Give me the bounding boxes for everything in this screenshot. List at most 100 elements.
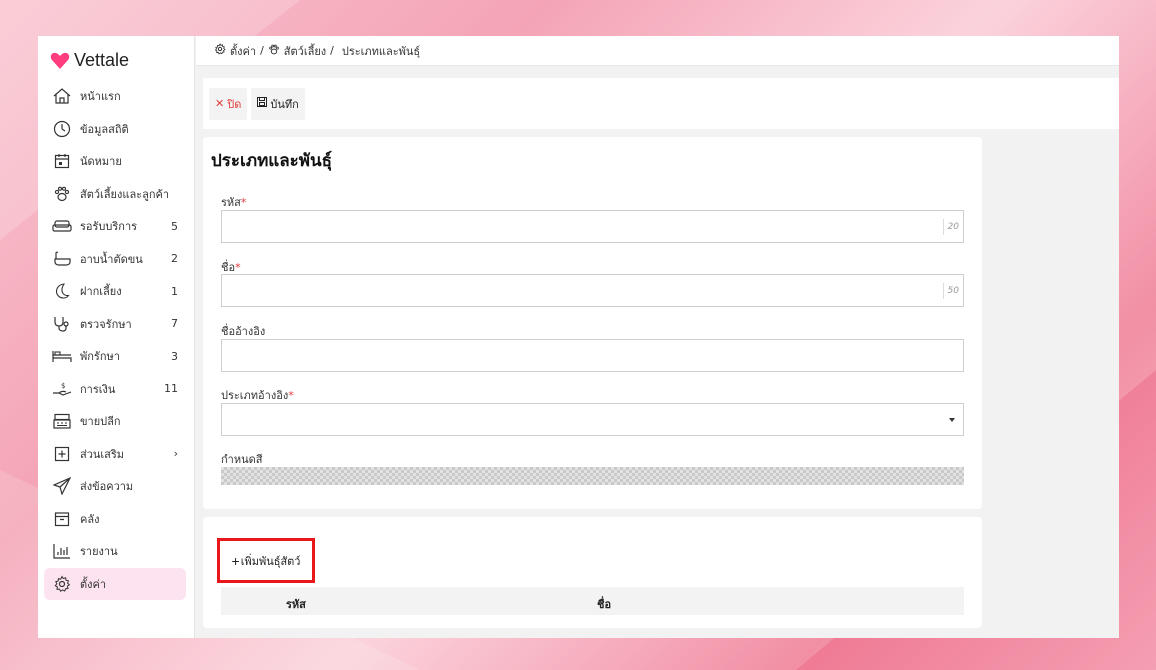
sidebar-item-label: รอรับบริการ (80, 220, 138, 234)
column-header-code[interactable]: รหัส (286, 595, 306, 613)
sidebar-item-label: หน้าแรก (80, 90, 121, 104)
save-button[interactable]: บันทึก (251, 87, 305, 120)
logo[interactable]: Vettale (50, 50, 129, 71)
close-button[interactable]: ✕ ปิด (209, 87, 248, 120)
breadcrumb-separator: / (260, 44, 264, 57)
dashboard-icon (52, 119, 72, 139)
name-field[interactable]: 50 (221, 274, 964, 307)
sidebar-item-label: ข้อมูลสถิติ (80, 122, 129, 136)
sidebar-item-grooming[interactable]: อาบน้ำตัดขน 2 (44, 243, 186, 276)
sidebar-item-pets-customers[interactable]: สัตว์เลี้ยงและลูกค้า (44, 178, 186, 211)
ref-type-label-text: ประเภทอ้างอิง (221, 389, 289, 402)
sidebar-item-label: นัดหมาย (80, 155, 122, 169)
cash-register-icon (52, 411, 72, 431)
sidebar-item-count: 2 (171, 252, 178, 266)
sidebar-item-label: การเงิน (80, 382, 116, 396)
sidebar-item-label: ตรวจรักษา (80, 317, 132, 331)
breadcrumb: ตั้งค่า / สัตว์เลี้ยง / ประเภทและพันธุ์ (196, 36, 1119, 66)
breadcrumb-settings[interactable]: ตั้งค่า (230, 42, 256, 60)
code-char-limit: 20 (942, 219, 959, 235)
color-label: กำหนดสี (221, 450, 262, 468)
code-field[interactable]: 20 (221, 210, 964, 243)
breadcrumb-separator: / (330, 44, 334, 57)
gear-icon (52, 574, 72, 594)
sidebar-item-label: พักรักษา (80, 350, 120, 364)
close-icon: ✕ (215, 98, 225, 110)
sidebar-item-addons[interactable]: ส่วนเสริม › (44, 438, 186, 471)
gear-icon (214, 43, 226, 58)
add-breed-label: เพิ่มพันธุ์สัตว์ (240, 555, 301, 568)
bathtub-icon (52, 249, 72, 269)
send-icon (52, 476, 72, 496)
breadcrumb-pets[interactable]: สัตว์เลี้ยง (284, 42, 326, 60)
sidebar-item-label: ฝากเลี้ยง (80, 285, 122, 299)
sidebar-item-home[interactable]: หน้าแรก (44, 80, 186, 113)
ref-type-label: ประเภทอ้างอิง* (221, 386, 294, 404)
sidebar-item-hospitalization[interactable]: พักรักษา 3 (44, 340, 186, 373)
breed-list-card: + เพิ่มพันธุ์สัตว์ รหัส ชื่อ (203, 517, 982, 628)
chevron-down-icon (949, 418, 955, 422)
archive-icon (52, 509, 72, 529)
chevron-right-icon: › (173, 447, 178, 461)
required-mark: * (235, 261, 241, 274)
ref-name-field[interactable] (221, 339, 964, 372)
sidebar-item-waiting-service[interactable]: รอรับบริการ 5 (44, 210, 186, 243)
calendar-icon (52, 151, 72, 171)
app-name: Vettale (74, 50, 130, 70)
paw-icon (268, 44, 280, 58)
sidebar-item-label: ส่วนเสริม (80, 447, 125, 461)
sofa-icon (52, 216, 72, 236)
add-breed-button[interactable]: + เพิ่มพันธุ์สัตว์ (217, 538, 315, 583)
sidebar-item-count: 1 (171, 284, 178, 298)
code-label-text: รหัส (221, 196, 241, 209)
toolbar: ✕ ปิด บันทึก (203, 78, 1119, 129)
sidebar-item-reports[interactable]: รายงาน (44, 535, 186, 568)
sidebar-item-count: 5 (171, 219, 178, 233)
sidebar-item-label: ส่งข้อความ (80, 480, 134, 494)
heart-logo-icon (50, 52, 70, 69)
sidebar: Vettale หน้าแรก ข้อมูลสถิติ นัดหมาย สัตว… (38, 36, 195, 638)
sidebar-item-inventory[interactable]: คลัง (44, 503, 186, 536)
sidebar-item-label: คลัง (80, 512, 100, 526)
required-mark: * (240, 196, 247, 209)
sidebar-nav: หน้าแรก ข้อมูลสถิติ นัดหมาย สัตว์เลี้ยงแ… (44, 80, 186, 600)
color-label-text: กำหนดสี (221, 453, 263, 466)
sidebar-item-retail[interactable]: ขายปลีก (44, 405, 186, 438)
money-hand-icon: $ (52, 379, 72, 399)
home-icon (52, 86, 72, 106)
page-title: ประเภทและพันธุ์ (211, 151, 332, 171)
sidebar-item-finance[interactable]: $ การเงิน 11 (44, 373, 186, 406)
required-mark: * (288, 389, 294, 402)
sidebar-item-boarding[interactable]: ฝากเลี้ยง 1 (44, 275, 186, 308)
breadcrumb-current: ประเภทและพันธุ์ (341, 44, 421, 58)
sidebar-item-label: รายงาน (80, 545, 118, 559)
save-label: บันทึก (270, 98, 299, 111)
column-header-name[interactable]: ชื่อ (597, 595, 611, 613)
sidebar-item-count: 3 (171, 349, 178, 363)
sidebar-item-examination[interactable]: ตรวจรักษา 7 (44, 308, 186, 341)
bar-chart-icon (52, 541, 72, 561)
sidebar-item-messages[interactable]: ส่งข้อความ (44, 470, 186, 503)
sidebar-item-label: ตั้งค่า (80, 577, 107, 591)
sidebar-item-appointments[interactable]: นัดหมาย (44, 145, 186, 178)
sidebar-item-statistics[interactable]: ข้อมูลสถิติ (44, 113, 186, 146)
sidebar-item-settings[interactable]: ตั้งค่า (44, 567, 186, 600)
plus-icon: + (231, 552, 240, 569)
sidebar-item-label: ขายปลีก (80, 415, 121, 429)
paw-icon (52, 184, 72, 204)
ref-name-label: ชื่ออ้างอิง (221, 322, 265, 340)
sidebar-item-count: 7 (171, 317, 178, 331)
app-window: Vettale หน้าแรก ข้อมูลสถิติ นัดหมาย สัตว… (38, 36, 1119, 638)
name-label-text: ชื่อ (221, 261, 236, 274)
plus-square-icon (52, 444, 72, 464)
sidebar-item-label: สัตว์เลี้ยงและลูกค้า (80, 187, 170, 201)
ref-name-label-text: ชื่ออ้างอิง (221, 325, 266, 338)
ref-type-select[interactable] (221, 403, 964, 436)
stethoscope-icon (52, 314, 72, 334)
table-header: รหัส ชื่อ (221, 587, 964, 615)
sidebar-item-count: 11 (164, 382, 178, 396)
bed-icon (52, 346, 72, 366)
color-picker[interactable] (221, 467, 964, 485)
name-char-limit: 50 (942, 283, 959, 299)
code-label: รหัส* (221, 193, 246, 211)
